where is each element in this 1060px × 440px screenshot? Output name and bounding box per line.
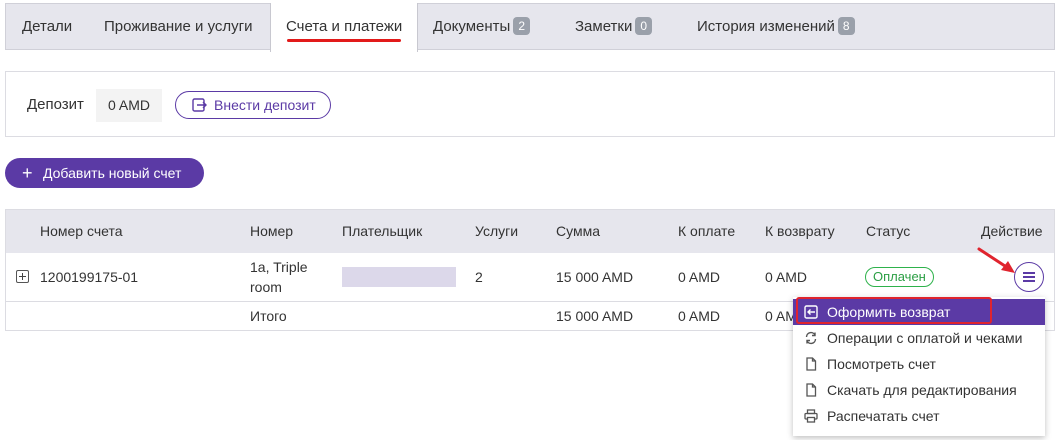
add-invoice-label: Добавить новый счет [43,165,182,181]
tab-label: Счета и платежи [286,18,403,35]
plus-icon: + [22,163,33,183]
deposit-value: 0 AMD [96,89,163,122]
room-type: room [250,279,282,295]
deposit-panel: Депозит 0 AMD Внести депозит [5,71,1055,137]
count-badge: 2 [513,17,531,35]
menu-item-label: Операции с оплатой и чеками [827,330,1023,346]
column-header: К оплате [678,223,736,239]
printer-icon [804,409,818,423]
menu-item-payment-operations[interactable]: Операции с оплатой и чеками [793,325,1045,351]
menu-icon [1023,276,1035,278]
amount: 15 000 AMD [556,269,634,285]
document-icon [806,357,817,371]
tab-invoices-payments[interactable]: Счета и платежи [270,3,418,52]
column-header: Статус [866,223,911,239]
services-count: 2 [475,269,483,285]
menu-item-label: Скачать для редактирования [827,382,1017,398]
room-number: 1a, Triple [250,259,308,275]
count-badge: 0 [635,17,653,35]
table-row: 1200199175-01 1a, Triple room 2 15 000 A… [6,253,1054,302]
add-deposit-button[interactable]: Внести депозит [175,91,331,119]
menu-item-label: Оформить возврат [827,304,951,320]
menu-item-refund[interactable]: Оформить возврат [793,299,1045,325]
expand-icon[interactable] [16,270,29,283]
payer-name-redacted [342,267,456,287]
menu-item-download-edit[interactable]: Скачать для редактирования [793,377,1045,403]
tab-accommodation[interactable]: Проживание и услуги [104,4,253,50]
menu-item-view-invoice[interactable]: Посмотреть счет [793,351,1045,377]
menu-icon [1023,280,1035,282]
annotation-arrow-icon [977,247,1015,273]
actions-dropdown: Оформить возврат Операции с оплатой и че… [793,297,1045,436]
sync-icon [805,331,817,345]
deposit-icon [192,98,207,112]
tab-notes[interactable]: Заметки 0 [575,4,653,50]
tab-label: Проживание и услуги [104,18,253,35]
menu-icon [1023,272,1035,274]
to-pay: 0 AMD [678,269,721,285]
column-header: Сумма [556,223,600,239]
tab-documents[interactable]: Документы 2 [433,4,531,50]
total-label: Итого [250,308,287,324]
document-icon [806,383,817,397]
add-invoice-button[interactable]: + Добавить новый счет [5,158,204,188]
total-amount: 15 000 AMD [556,308,634,324]
tab-label: История изменений [697,18,835,35]
refund-amount: 0 AMD [765,269,808,285]
refund-icon [804,305,818,319]
add-deposit-label: Внести депозит [214,97,316,113]
column-header: Номер [250,223,294,239]
column-header: Плательщик [342,223,423,239]
tab-label: Документы [433,18,511,35]
column-header: Номер счета [40,223,123,239]
tab-label: Заметки [575,18,633,35]
menu-item-print-invoice[interactable]: Распечатать счет [793,403,1045,429]
menu-item-label: Распечатать счет [827,408,940,424]
total-to-pay: 0 AMD [678,308,721,324]
table-header: Номер счета Номер Плательщик Услуги Сумм… [6,210,1054,253]
deposit-label: Депозит [27,96,84,113]
tab-history[interactable]: История изменений 8 [697,4,855,50]
status-badge: Оплачен [865,267,934,287]
tab-label: Детали [22,18,73,35]
menu-item-label: Посмотреть счет [827,356,936,372]
tab-details[interactable]: Детали [22,4,72,50]
invoice-number: 1200199175-01 [40,269,139,285]
active-tab-indicator [287,39,401,42]
column-header: К возврату [765,223,835,239]
count-badge: 8 [837,17,855,35]
tab-bar: Детали Проживание и услуги Счета и плате… [5,3,1055,52]
column-header: Услуги [475,223,519,239]
